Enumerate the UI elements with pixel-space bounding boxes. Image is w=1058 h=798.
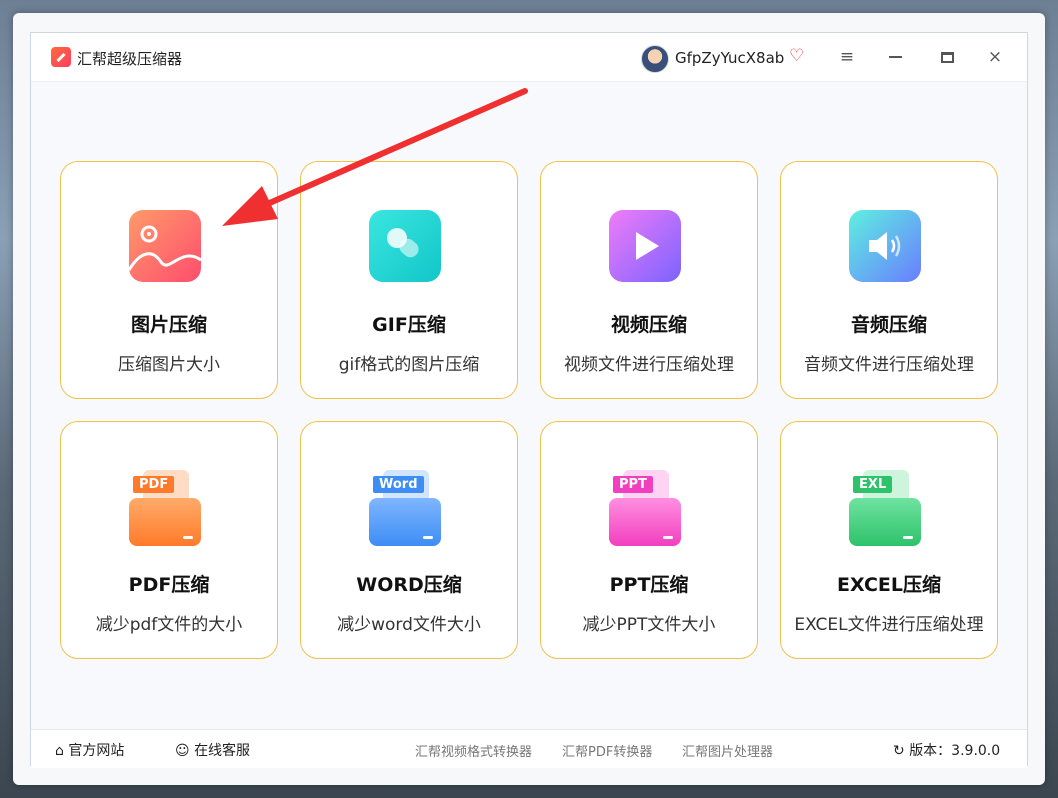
red-arrow-annotation — [222, 88, 528, 226]
